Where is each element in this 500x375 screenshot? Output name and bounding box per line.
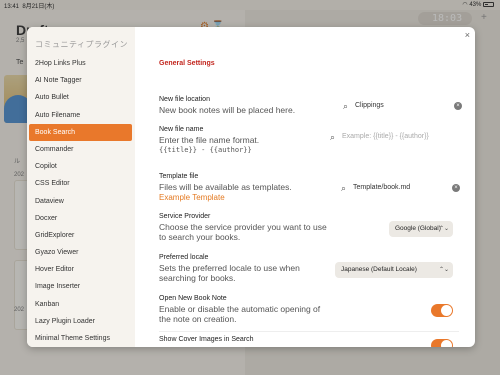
preferred-locale-select[interactable]: Japanese (Default Locale) ⌃⌄ <box>335 262 453 278</box>
select-value: Google (Global) <box>395 225 441 232</box>
input-placeholder: Example: {{title}} - {{author}} <box>342 133 429 140</box>
sidebar-item-gridexplorer[interactable]: GridExplorer <box>29 227 132 244</box>
template-file-input[interactable]: ⌕ Template/book.md × <box>338 181 462 195</box>
setting-show-cover-images: Show Cover Images in Search <box>159 336 459 343</box>
sidebar-item-docxer[interactable]: Docxer <box>29 210 132 227</box>
setting-desc: New book notes will be placed here. <box>159 105 296 115</box>
chevron-updown-icon: ⌃⌄ <box>438 267 449 273</box>
search-icon: ⌕ <box>341 183 347 193</box>
setting-desc: Enter the file name format. <box>159 135 260 145</box>
new-file-location-input[interactable]: ⌕ Clippings × <box>340 99 464 113</box>
setting-desc: Enable or disable the automatic opening … <box>159 304 321 324</box>
clear-icon[interactable]: × <box>452 184 460 192</box>
chevron-updown-icon: ⌃⌄ <box>438 226 449 232</box>
sidebar-item-css-editor[interactable]: CSS Editor <box>29 175 132 192</box>
sidebar-item-kanban[interactable]: Kanban <box>29 296 132 313</box>
input-value: Template/book.md <box>353 184 411 191</box>
setting-name: Template file <box>159 173 199 180</box>
select-value: Japanese (Default Locale) <box>341 266 417 273</box>
sidebar-item-commander[interactable]: Commander <box>29 141 132 158</box>
sidebar-item-ai-note-tagger[interactable]: AI Note Tagger <box>29 72 132 89</box>
sidebar-item-hover-editor[interactable]: Hover Editor <box>29 261 132 278</box>
sidebar-item-2hop-links-plus[interactable]: 2Hop Links Plus <box>29 55 132 72</box>
sidebar-item-lazy-plugin-loader[interactable]: Lazy Plugin Loader <box>29 313 132 330</box>
open-new-book-note-toggle[interactable] <box>431 304 453 317</box>
search-icon: ⌕ <box>330 132 336 142</box>
setting-name: Preferred locale <box>159 254 209 261</box>
close-button[interactable]: × <box>465 30 470 40</box>
sidebar-item-minimal-theme-settings[interactable]: Minimal Theme Settings <box>29 330 132 347</box>
sidebar-item-dataview[interactable]: Dataview <box>29 193 132 210</box>
setting-name: Open New Book Note <box>159 295 227 302</box>
clear-icon[interactable]: × <box>454 102 462 110</box>
sidebar-item-image-inserter[interactable]: Image Inserter <box>29 278 132 295</box>
sidebar-item-book-search[interactable]: Book Search <box>29 123 132 141</box>
sidebar-item-auto-filename[interactable]: Auto Filename <box>29 107 132 124</box>
search-icon: ⌕ <box>343 101 349 111</box>
sidebar-item-gyazo-viewer[interactable]: Gyazo Viewer <box>29 244 132 261</box>
service-provider-select[interactable]: Google (Global) ⌃⌄ <box>389 221 453 237</box>
sidebar-list: 2Hop Links Plus AI Note Tagger Auto Bullet… <box>29 55 132 347</box>
settings-sidebar: コミュニティプラグイン 2Hop Links Plus AI Note Tagge… <box>27 27 135 347</box>
setting-desc: Files will be available as templates. <box>159 182 292 192</box>
setting-desc: Choose the service provider you want to … <box>159 222 327 242</box>
sidebar-item-auto-bullet[interactable]: Auto Bullet <box>29 89 132 106</box>
divider <box>159 331 459 332</box>
sidebar-item-copilot[interactable]: Copilot <box>29 158 132 175</box>
setting-open-new-book-note: Open New Book Note Enable or disable the… <box>159 295 459 324</box>
section-title: General Settings <box>159 60 215 67</box>
settings-modal: コミュニティプラグイン 2Hop Links Plus AI Note Tagge… <box>27 27 475 347</box>
new-file-name-input[interactable]: ⌕ Example: {{title}} - {{author}} <box>327 130 467 144</box>
input-value: Clippings <box>355 102 384 109</box>
sidebar-header: コミュニティプラグイン <box>35 40 129 49</box>
setting-desc: Sets the preferred locale to use when se… <box>159 263 300 283</box>
setting-name: Service Provider <box>159 213 211 220</box>
setting-name: Show Cover Images in Search <box>159 336 254 343</box>
format-example: {{title}} - {{author}} <box>159 146 252 154</box>
show-cover-images-toggle[interactable] <box>431 339 453 347</box>
settings-content: × General Settings New file location New… <box>135 27 475 347</box>
